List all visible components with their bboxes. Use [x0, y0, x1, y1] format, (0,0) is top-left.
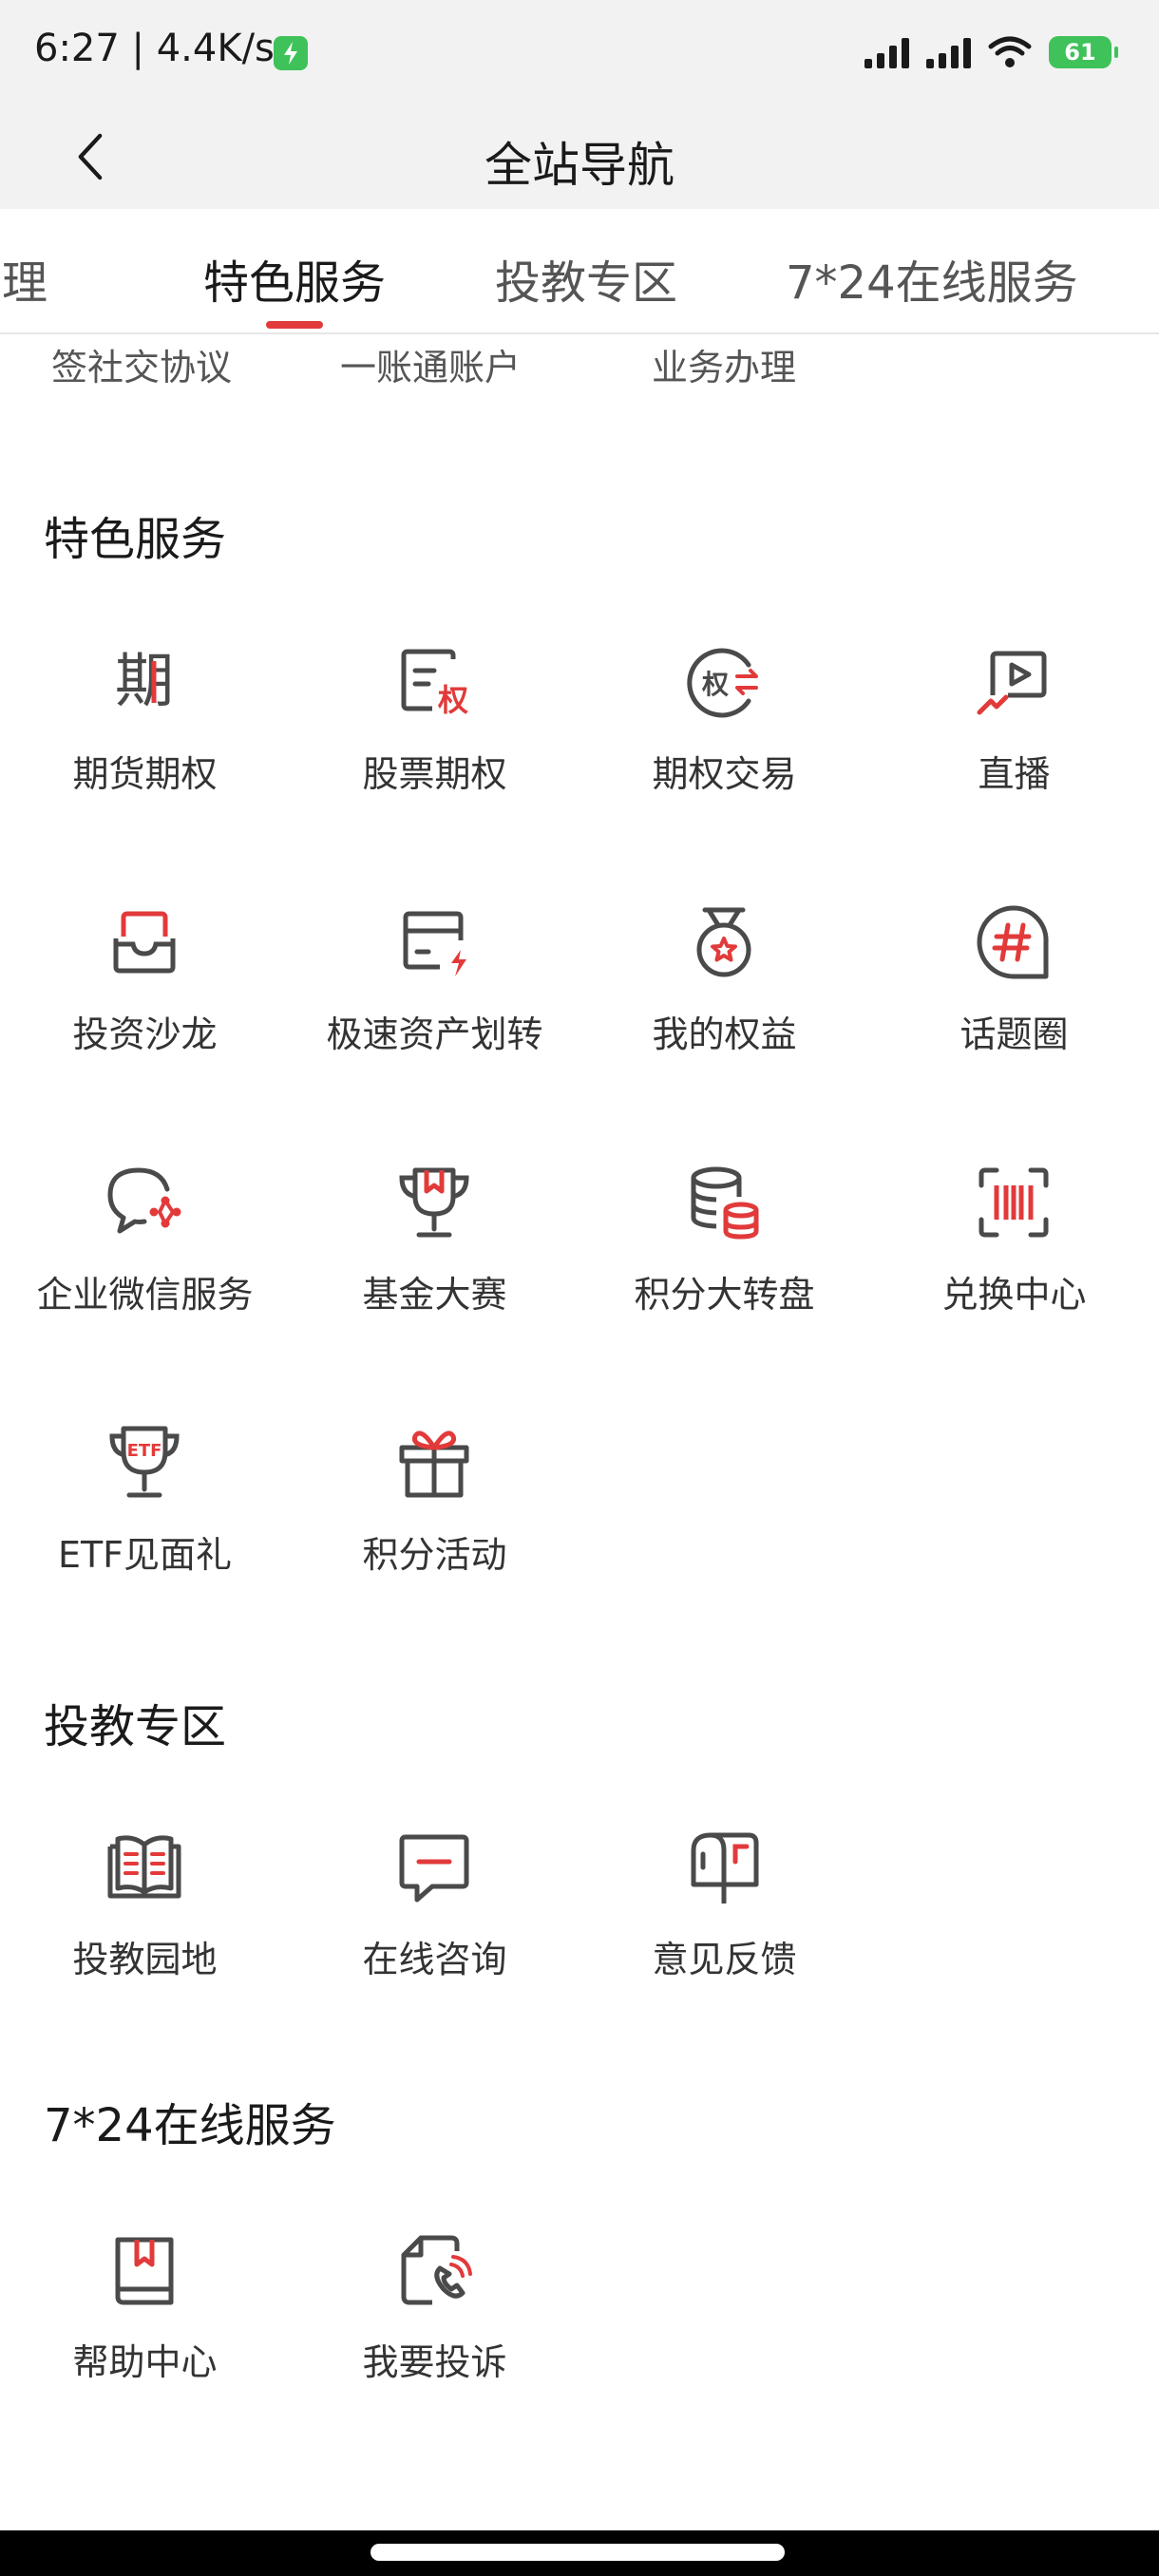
svg-text:期: 期 — [115, 646, 174, 715]
grid-item-label: 期货期权 — [72, 753, 218, 795]
home-indicator[interactable] — [370, 2544, 785, 2561]
grid-item-futures-options[interactable]: 期 期货期权 — [0, 642, 290, 851]
signal-icon-2 — [926, 36, 971, 68]
grid-item-label: 期权交易 — [652, 753, 797, 795]
system-nav-bar — [0, 2530, 1159, 2576]
investment-salon-icon — [104, 902, 184, 982]
battery-icon: 61 — [1049, 36, 1118, 68]
grid-item-label: 积分大转盘 — [634, 1274, 815, 1316]
status-indicators: 61 — [864, 28, 1118, 76]
svg-text:ETF: ETF — [127, 1441, 162, 1461]
grid-item-label: 我要投诉 — [362, 2341, 507, 2383]
grid-item-fund-contest[interactable]: 基金大赛 — [290, 1163, 580, 1372]
grid-item-label: 兑换中心 — [941, 1274, 1087, 1316]
mailbox-icon — [684, 1828, 764, 1907]
svg-text:权: 权 — [701, 669, 729, 700]
complaint-phone-icon — [394, 2230, 474, 2310]
stock-options-icon: 权 — [394, 642, 474, 722]
grid-item-investment-salon[interactable]: 投资沙龙 — [0, 902, 290, 1111]
grid-item-label: 企业微信服务 — [36, 1274, 254, 1316]
grid-item-help-center[interactable]: 帮助中心 — [0, 2230, 290, 2439]
grid-item-label: ETF见面礼 — [57, 1534, 233, 1576]
coins-icon — [684, 1163, 764, 1242]
grid-item-label: 股票期权 — [362, 753, 507, 795]
grid-item-options-trade[interactable]: 权 期权交易 — [580, 642, 869, 851]
hashtag-icon — [974, 902, 1054, 982]
previous-section-row: 签社交协议 一账通账户 业务办理 — [0, 338, 1159, 395]
grid-item-wechat-work[interactable]: 企业微信服务 — [0, 1163, 290, 1372]
tab-business[interactable]: 办理 — [0, 245, 48, 312]
options-trade-icon: 权 — [684, 642, 764, 722]
grid-item-label: 意见反馈 — [652, 1939, 797, 1980]
signal-icon — [864, 36, 909, 68]
help-book-icon — [104, 2230, 184, 2310]
grid-item-label: 帮助中心 — [72, 2341, 218, 2383]
futures-options-icon: 期 — [104, 642, 184, 722]
grid-item-label: 投资沙龙 — [72, 1013, 218, 1055]
grid-item-label: 我的权益 — [652, 1013, 797, 1055]
grid-item-points-activity[interactable]: 积分活动 — [290, 1423, 580, 1632]
book-icon — [104, 1828, 184, 1907]
gift-icon — [394, 1423, 474, 1503]
grid-item-label: 在线咨询 — [362, 1939, 507, 1980]
grid-item-topic-circle[interactable]: 话题圈 — [869, 902, 1159, 1111]
grid-item-live-stream[interactable]: 直播 — [869, 642, 1159, 851]
grid-item-points-wheel[interactable]: 积分大转盘 — [580, 1163, 869, 1372]
status-bar: 6:27 | 4.4K/s 61 — [0, 0, 1159, 104]
battery-level: 61 — [1064, 39, 1096, 66]
grid-item-label: 积分活动 — [362, 1534, 507, 1576]
grid-item-label: 极速资产划转 — [326, 1013, 543, 1055]
page-title: 全站导航 — [484, 138, 674, 193]
live-stream-icon — [974, 642, 1054, 722]
etf-cup-icon: ETF — [104, 1423, 184, 1503]
grid-item-complaint[interactable]: 我要投诉 — [290, 2230, 580, 2439]
grid-item-label: 直播 — [978, 753, 1051, 795]
wifi-icon — [988, 35, 1032, 69]
grid-item-online-consult[interactable]: 在线咨询 — [290, 1828, 580, 2036]
svg-text:权: 权 — [437, 682, 468, 718]
grid-item-my-rights[interactable]: 我的权益 — [580, 902, 869, 1111]
charging-icon — [274, 36, 308, 70]
grid-item-label[interactable]: 业务办理 — [652, 338, 796, 390]
category-tabs: 办理 特色服务 投教专区 7*24在线服务 — [0, 209, 1159, 334]
grid-item-label[interactable]: 签社交协议 — [51, 338, 232, 390]
grid-item-label: 投教园地 — [72, 1939, 218, 1980]
grid-item-label: 基金大赛 — [362, 1274, 507, 1316]
active-tab-indicator — [266, 321, 323, 329]
grid-item-label: 话题圈 — [960, 1013, 1069, 1055]
grid-item-label[interactable]: 一账通账户 — [340, 338, 521, 390]
grid-item-fast-transfer[interactable]: 极速资产划转 — [290, 902, 580, 1111]
grid-item-stock-options[interactable]: 权 股票期权 — [290, 642, 580, 851]
status-time-speed: 6:27 | 4.4K/s — [34, 27, 275, 70]
barcode-scan-icon — [974, 1163, 1054, 1242]
medal-icon — [684, 902, 764, 982]
section-title-online: 7*24在线服务 — [44, 2099, 336, 2152]
section-title-special: 特色服务 — [44, 513, 227, 566]
grid-item-education-garden[interactable]: 投教园地 — [0, 1828, 290, 2036]
grid-item-feedback[interactable]: 意见反馈 — [580, 1828, 869, 2036]
wechat-work-icon — [104, 1163, 184, 1242]
fast-transfer-icon — [394, 902, 474, 982]
tab-investor-education[interactable]: 投教专区 — [495, 245, 677, 312]
tab-online-service[interactable]: 7*24在线服务 — [786, 245, 1078, 312]
grid-item-etf-gift[interactable]: ETF ETF见面礼 — [0, 1423, 290, 1632]
nav-header: 全站导航 — [0, 104, 1159, 209]
grid-item-redeem-center[interactable]: 兑换中心 — [869, 1163, 1159, 1372]
section-title-education: 投教专区 — [44, 1700, 227, 1753]
chat-icon — [394, 1828, 474, 1907]
trophy-icon — [394, 1163, 474, 1242]
tab-special-services[interactable]: 特色服务 — [203, 245, 386, 312]
